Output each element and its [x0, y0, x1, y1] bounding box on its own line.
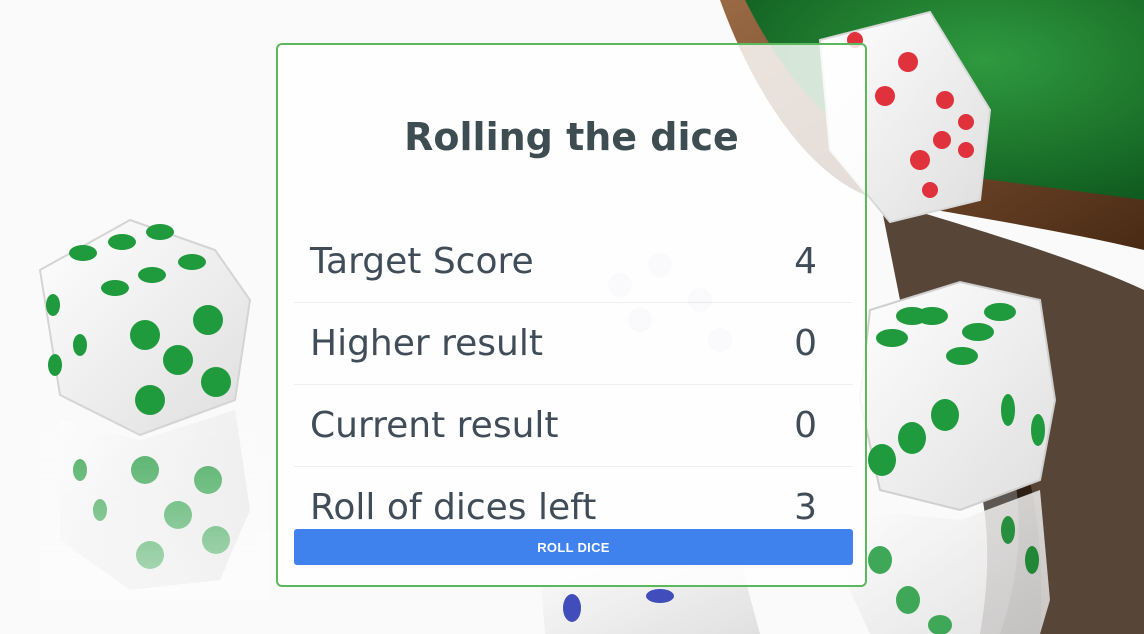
stat-row-higher-result: Higher result 0	[294, 303, 853, 385]
target-score-label: Target Score	[310, 241, 534, 282]
higher-result-label: Higher result	[310, 323, 543, 364]
rolls-left-label: Roll of dices left	[310, 487, 597, 528]
green-die-right	[858, 280, 1057, 512]
game-panel: Rolling the dice Target Score 4 Higher r…	[276, 43, 867, 587]
target-score-value: 4	[794, 241, 817, 282]
game-screen: Rolling the dice Target Score 4 Higher r…	[0, 0, 1144, 634]
rolls-left-value: 3	[794, 487, 817, 528]
green-die-left-reflection	[40, 410, 270, 600]
roll-dice-button[interactable]: ROLL DICE	[294, 529, 853, 565]
stat-row-current-result: Current result 0	[294, 385, 853, 467]
stat-row-target-score: Target Score 4	[294, 221, 853, 303]
stats-list: Target Score 4 Higher result 0 Current r…	[294, 221, 853, 549]
higher-result-value: 0	[794, 323, 817, 364]
game-title: Rolling the dice	[404, 115, 739, 159]
current-result-value: 0	[794, 405, 817, 446]
current-result-label: Current result	[310, 405, 559, 446]
